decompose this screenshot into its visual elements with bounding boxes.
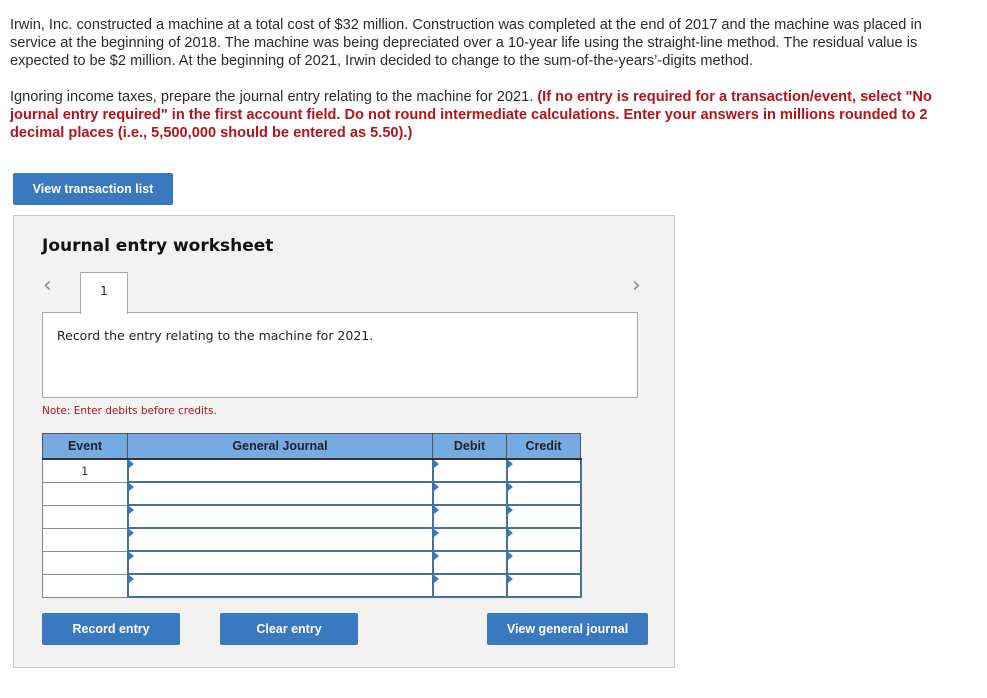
question-paragraph-2: Ignoring income taxes, prepare the journ…	[10, 88, 970, 142]
table-row: 1	[42, 458, 582, 483]
event-cell	[42, 550, 128, 575]
credit-field[interactable]	[505, 481, 582, 506]
event-cell	[42, 481, 128, 506]
view-general-journal-button[interactable]: View general journal	[487, 613, 648, 645]
journal-table: Event General Journal Debit Credit 1	[42, 433, 582, 598]
account-field[interactable]	[126, 527, 434, 552]
event-cell	[42, 504, 128, 529]
credit-field[interactable]	[505, 504, 582, 529]
question-text: Irwin, Inc. constructed a machine at a t…	[10, 16, 970, 142]
event-cell	[42, 573, 128, 598]
debit-field[interactable]	[431, 573, 508, 598]
chevron-left-icon[interactable]: ‹	[43, 275, 52, 297]
view-transaction-list-button[interactable]: View transaction list	[13, 173, 173, 205]
clear-entry-button[interactable]: Clear entry	[220, 613, 358, 645]
account-field[interactable]	[126, 504, 434, 529]
account-field[interactable]	[126, 550, 434, 575]
table-row	[42, 504, 582, 529]
header-debit: Debit	[432, 433, 507, 460]
account-field[interactable]	[126, 458, 434, 483]
prompt-text: Record the entry relating to the machine…	[57, 328, 374, 343]
table-row	[42, 527, 582, 552]
prompt-box: Record the entry relating to the machine…	[42, 312, 638, 398]
debit-field[interactable]	[431, 504, 508, 529]
debits-note: Note: Enter debits before credits.	[42, 405, 217, 417]
event-cell	[42, 527, 128, 552]
journal-header-row: Event General Journal Debit Credit	[42, 433, 581, 460]
table-row	[42, 573, 582, 598]
tab-entry-1[interactable]: 1	[80, 272, 128, 314]
record-entry-button[interactable]: Record entry	[42, 613, 180, 645]
question-prompt: Ignoring income taxes, prepare the journ…	[10, 89, 538, 105]
table-row	[42, 481, 582, 506]
credit-field[interactable]	[505, 550, 582, 575]
credit-field[interactable]	[505, 527, 582, 552]
debit-field[interactable]	[431, 550, 508, 575]
chevron-right-icon[interactable]: ›	[632, 275, 641, 297]
table-row	[42, 550, 582, 575]
debit-field[interactable]	[431, 481, 508, 506]
account-field[interactable]	[126, 573, 434, 598]
credit-field[interactable]	[505, 573, 582, 598]
account-field[interactable]	[126, 481, 434, 506]
question-paragraph-1: Irwin, Inc. constructed a machine at a t…	[10, 17, 922, 69]
header-event: Event	[42, 433, 128, 460]
debit-field[interactable]	[431, 527, 508, 552]
worksheet-title: Journal entry worksheet	[42, 236, 274, 256]
header-credit: Credit	[506, 433, 581, 460]
credit-field[interactable]	[505, 458, 582, 483]
journal-entry-worksheet: Journal entry worksheet ‹ › 1 Record the…	[13, 215, 675, 668]
debit-field[interactable]	[431, 458, 508, 483]
header-general-journal: General Journal	[127, 433, 433, 460]
event-cell: 1	[42, 458, 128, 483]
